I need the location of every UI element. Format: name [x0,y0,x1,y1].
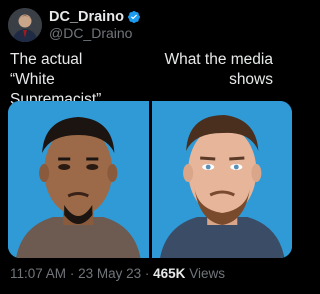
tweet-meta: 11:07 AM · 23 May 23 · 465K Views [10,266,225,281]
photo-left[interactable] [8,101,149,258]
tweet-media [8,101,292,258]
meta-separator-2: · [144,266,150,281]
views-count[interactable]: 465K [153,266,185,281]
tweet-date[interactable]: 23 May 23 [78,266,141,281]
meta-separator: · [69,266,75,281]
tweet-time[interactable]: 11:07 AM [10,266,66,281]
caption-left-line-1: The actual [10,51,83,68]
portrait-left-image [8,101,149,258]
views-label: Views [189,266,225,281]
portrait-right-image [151,101,292,258]
avatar[interactable] [8,8,42,42]
caption-right-line-2: shows [229,71,273,88]
caption-right: What the media shows [153,50,273,90]
author-names: DC_Draino @DC_Draino [49,9,141,42]
author-display-name[interactable]: DC_Draino [49,9,124,26]
verified-badge-icon [127,10,140,23]
tweet-header: DC_Draino @DC_Draino [8,8,141,42]
caption-right-line-1: What the media [164,51,273,68]
author-handle[interactable]: @DC_Draino [49,25,141,41]
display-name-row: DC_Draino [49,9,141,26]
avatar-image [8,8,42,42]
photo-right[interactable] [151,101,292,258]
